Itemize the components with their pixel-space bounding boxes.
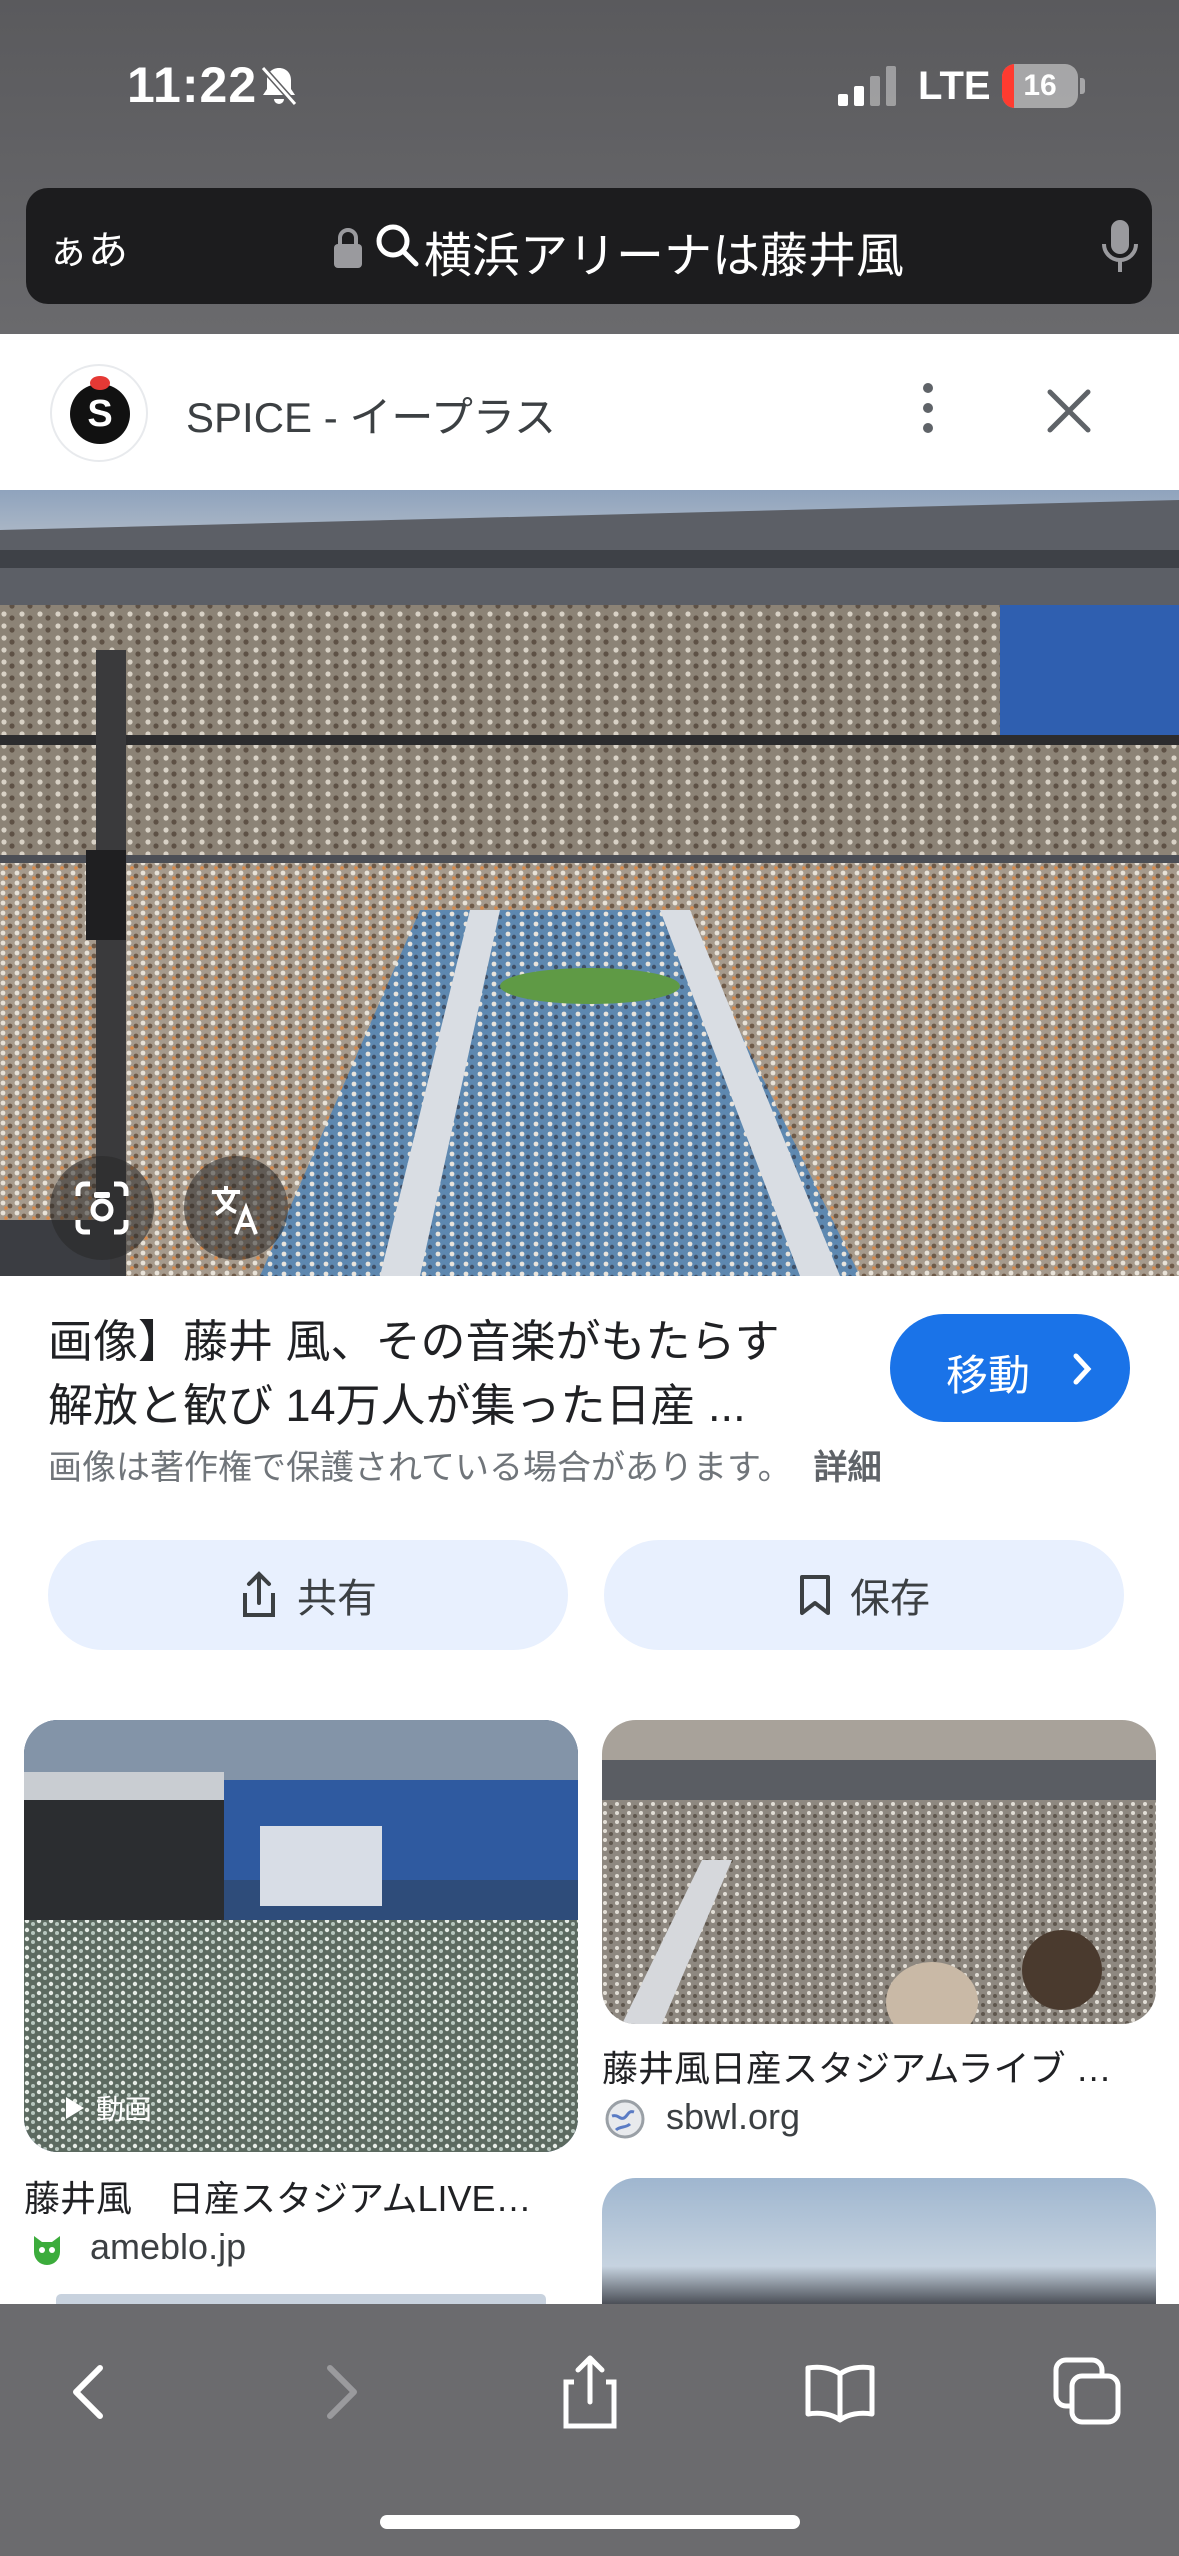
video-badge-label: 動画 bbox=[96, 2094, 153, 2125]
save-label: 保存 bbox=[850, 1577, 930, 1621]
result-title[interactable]: 画像】藤井 風、その音楽がもたらす 解放と歓び 14万人が集った日産 ... bbox=[48, 1310, 848, 1438]
result-title-line-2: 解放と歓び 14万人が集った日産 ... bbox=[48, 1380, 746, 1431]
network-type: LTE bbox=[918, 64, 991, 108]
bookmark-icon bbox=[800, 1575, 830, 1615]
related-title[interactable]: 藤井風 日産スタジアムLIVE… bbox=[24, 2170, 578, 2222]
microphone-icon[interactable] bbox=[1100, 218, 1140, 276]
search-icon bbox=[376, 224, 419, 267]
play-icon bbox=[66, 2097, 84, 2119]
bookmarks-icon[interactable] bbox=[800, 2352, 880, 2432]
search-query[interactable]: 横浜アリーナは藤井風 bbox=[424, 216, 904, 286]
visit-button-label: 移動 bbox=[946, 1352, 1031, 1399]
browser-top-chrome: 11:22 LTE 16 ぁあ 横浜アリーナは藤井風 bbox=[0, 0, 1179, 334]
video-badge: 動画 bbox=[64, 2088, 152, 2128]
address-bar[interactable]: ぁあ 横浜アリーナは藤井風 bbox=[26, 188, 1152, 304]
bell-slash-icon bbox=[260, 66, 298, 106]
image-viewer-panel: S SPICE - イープラス 画像】藤井 風、その音楽がもたらす 解放と歓び … bbox=[0, 334, 1179, 2304]
lock-icon bbox=[334, 228, 362, 268]
source-name[interactable]: SPICE - イープラス bbox=[186, 384, 556, 445]
globe-icon bbox=[605, 2099, 645, 2139]
related-thumbnail[interactable] bbox=[602, 1720, 1156, 2024]
save-button[interactable]: 保存 bbox=[604, 1540, 1124, 1650]
tabs-icon[interactable] bbox=[1048, 2352, 1128, 2432]
battery-icon: 16 bbox=[1002, 64, 1085, 108]
source-header: S SPICE - イープラス bbox=[0, 334, 1179, 490]
battery-level: 16 bbox=[1023, 69, 1057, 102]
home-indicator bbox=[380, 2515, 800, 2529]
chevron-right-icon bbox=[1073, 1353, 1092, 1385]
copyright-text: 画像は著作権で保護されている場合があります。 bbox=[48, 1449, 792, 1487]
visit-button[interactable]: 移動 bbox=[890, 1314, 1130, 1422]
share-button[interactable]: 共有 bbox=[48, 1540, 568, 1650]
copyright-notice: 画像は著作権で保護されている場合があります。 詳細 bbox=[48, 1440, 882, 1489]
close-icon[interactable] bbox=[1044, 386, 1094, 436]
related-title[interactable]: 藤井風日産スタジアムライブ … bbox=[602, 2040, 1156, 2092]
related-result-2[interactable]: 藤井風日産スタジアムライブ … sbwl.org bbox=[602, 1720, 1156, 2160]
related-result-4[interactable] bbox=[56, 2294, 546, 2304]
details-link[interactable]: 詳細 bbox=[814, 1449, 882, 1487]
page-settings-button[interactable]: ぁあ bbox=[48, 218, 128, 276]
related-source: ameblo.jp bbox=[90, 2226, 247, 2267]
signal-icon bbox=[838, 66, 896, 106]
translate-icon bbox=[212, 1186, 258, 1235]
stadium-photo-illustration bbox=[0, 490, 1179, 1276]
ameblo-favicon bbox=[34, 2236, 60, 2265]
back-icon[interactable] bbox=[50, 2352, 130, 2432]
translate-button[interactable] bbox=[184, 1156, 288, 1260]
related-result-3[interactable] bbox=[602, 2178, 1156, 2304]
share-label: 共有 bbox=[297, 1577, 377, 1621]
forward-icon[interactable] bbox=[300, 2352, 380, 2432]
more-vertical-icon[interactable] bbox=[906, 378, 950, 438]
related-source: sbwl.org bbox=[666, 2096, 801, 2137]
related-thumbnail[interactable]: 動画 bbox=[24, 1720, 578, 2152]
related-thumbnail-illustration bbox=[602, 1720, 1156, 2024]
source-favicon[interactable]: S bbox=[50, 364, 148, 462]
stadium-photo[interactable] bbox=[0, 490, 1179, 1276]
result-title-line-1: 画像】藤井 風、その音楽がもたらす bbox=[48, 1316, 780, 1367]
related-result-1[interactable]: 動画 藤井風 日産スタジアムLIVE… ameblo.jp bbox=[24, 1720, 578, 2280]
lens-icon bbox=[75, 1181, 129, 1235]
share-page-icon[interactable] bbox=[550, 2352, 630, 2432]
status-time: 11:22 bbox=[127, 57, 258, 113]
lens-button[interactable] bbox=[50, 1156, 154, 1260]
share-icon bbox=[243, 1571, 275, 1617]
